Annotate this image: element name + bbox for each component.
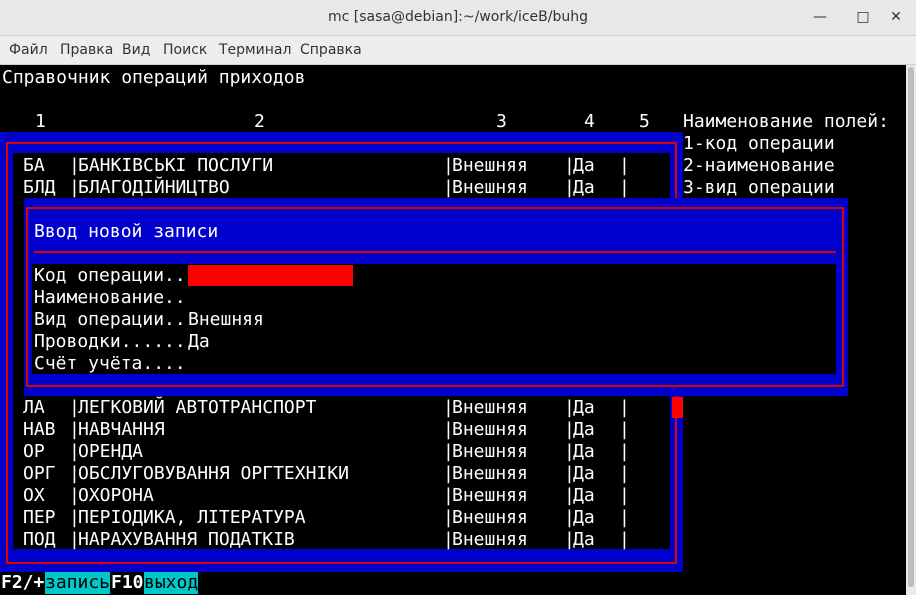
menu-help[interactable]: Справка bbox=[300, 42, 362, 58]
row-post: Да bbox=[573, 419, 595, 440]
screen-heading: Справочник операций приходов bbox=[2, 67, 306, 88]
row-code: ОХ bbox=[23, 485, 45, 506]
row-code: БА bbox=[23, 155, 45, 176]
field-label-code: Код операции.. bbox=[34, 265, 186, 286]
scrollbar-thumb[interactable] bbox=[908, 67, 914, 587]
row-code: БЛД bbox=[23, 177, 56, 198]
col-number-3: 3 bbox=[496, 111, 507, 132]
field-label-account: Счёт учёта.... bbox=[34, 353, 186, 374]
code-input[interactable] bbox=[188, 265, 353, 286]
row-name: ОРЕНДА bbox=[78, 441, 144, 462]
col-number-5: 5 bbox=[639, 111, 650, 132]
menu-search[interactable]: Поиск bbox=[163, 42, 207, 58]
row-post: Да bbox=[573, 485, 595, 506]
window-titlebar: mc [sasa@debian]:~/work/iceB/buhg — □ ✕ bbox=[0, 0, 916, 36]
col-separator: | bbox=[619, 485, 630, 506]
col-number-1: 1 bbox=[35, 111, 46, 132]
type-input[interactable]: Внешняя bbox=[188, 309, 264, 331]
row-post: Да bbox=[573, 155, 595, 176]
minimize-icon[interactable]: — bbox=[812, 9, 828, 25]
row-type: Внешняя bbox=[452, 485, 528, 506]
row-post: Да bbox=[573, 397, 595, 418]
field-label-type: Вид операции.. bbox=[34, 309, 186, 330]
field-label-name: Наименование.. bbox=[34, 287, 186, 308]
dialog-title: Ввод новой записи bbox=[34, 221, 219, 242]
row-type: Внешняя bbox=[452, 177, 528, 198]
col-separator: | bbox=[619, 419, 630, 440]
legend-item: 2-наименование bbox=[683, 155, 835, 176]
row-code: ПОД bbox=[23, 529, 56, 550]
row-name: НАРАХУВАННЯ ПОДАТКІВ bbox=[78, 529, 295, 550]
row-type: Внешняя bbox=[452, 155, 528, 176]
row-code: ЛА bbox=[23, 397, 45, 418]
f10-key: F10 bbox=[111, 572, 144, 593]
legend-item: 1-код операции bbox=[683, 133, 835, 154]
menu-terminal[interactable]: Терминал bbox=[219, 42, 291, 58]
col-separator: | bbox=[619, 441, 630, 462]
row-code: ПЕР bbox=[23, 507, 56, 528]
row-type: Внешняя bbox=[452, 463, 528, 484]
field-label-postings: Проводки...... bbox=[34, 331, 186, 352]
window-title: mc [sasa@debian]:~/work/iceB/buhg bbox=[328, 9, 588, 25]
row-type: Внешняя bbox=[452, 419, 528, 440]
row-name: БЛАГОДІЙНИЦТВО bbox=[78, 177, 230, 198]
row-post: Да bbox=[573, 507, 595, 528]
col-separator: | bbox=[619, 155, 630, 176]
row-post: Да bbox=[573, 529, 595, 550]
postings-input[interactable]: Да bbox=[188, 331, 210, 353]
menu-view[interactable]: Вид bbox=[122, 42, 150, 58]
menubar: Файл Правка Вид Поиск Терминал Справка bbox=[0, 36, 916, 65]
row-type: Внешняя bbox=[452, 397, 528, 418]
row-post: Да bbox=[573, 441, 595, 462]
col-separator: | bbox=[619, 463, 630, 484]
col-separator: | bbox=[619, 177, 630, 198]
row-name: ПЕРІОДИКА, ЛІТЕРАТУРА bbox=[78, 507, 306, 528]
row-type: Внешняя bbox=[452, 529, 528, 550]
row-code: ОР bbox=[23, 441, 45, 462]
row-code: НАВ bbox=[23, 419, 56, 440]
col-separator: | bbox=[619, 397, 630, 418]
row-type: Внешняя bbox=[452, 507, 528, 528]
row-type: Внешняя bbox=[452, 441, 528, 462]
col-number-4: 4 bbox=[584, 111, 595, 132]
row-post: Да bbox=[573, 177, 595, 198]
terminal-scrollbar[interactable] bbox=[906, 65, 916, 595]
dialog-divider bbox=[34, 251, 836, 253]
row-code: ОРГ bbox=[23, 463, 56, 484]
close-icon[interactable]: ✕ bbox=[888, 9, 904, 25]
row-name: ОБСЛУГОВУВАННЯ ОРГТЕХНІКИ bbox=[78, 463, 349, 484]
save-action[interactable]: запись bbox=[45, 572, 111, 594]
maximize-icon[interactable]: □ bbox=[855, 9, 871, 25]
legend-item: 3-вид операции bbox=[683, 177, 835, 198]
col-separator: | bbox=[619, 507, 630, 528]
row-name: БАНКІВСЬКІ ПОСЛУГИ bbox=[78, 155, 274, 176]
row-name: ЛЕГКОВИЙ АВТОТРАНСПОРТ bbox=[78, 397, 317, 418]
exit-action[interactable]: выход bbox=[144, 572, 199, 594]
row-name: НАВЧАННЯ bbox=[78, 419, 165, 440]
row-post: Да bbox=[573, 463, 595, 484]
list-scroll-marker bbox=[672, 397, 683, 418]
menu-file[interactable]: Файл bbox=[9, 42, 48, 58]
f2-key: F2/+ bbox=[1, 572, 45, 593]
legend-title: Наименование полей: bbox=[683, 111, 889, 132]
col-separator: | bbox=[619, 529, 630, 550]
row-name: ОХОРОНА bbox=[78, 485, 154, 506]
col-number-2: 2 bbox=[254, 111, 265, 132]
menu-edit[interactable]: Правка bbox=[60, 42, 113, 58]
